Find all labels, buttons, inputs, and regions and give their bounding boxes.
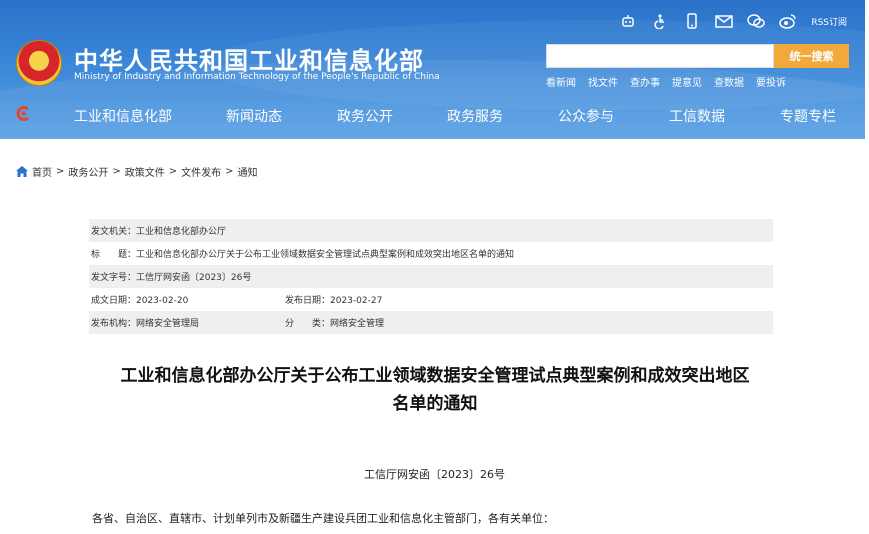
- nav-item-news[interactable]: 新闻动态: [226, 106, 282, 126]
- article-doc-number: 工信厅网安函〔2023〕26号: [364, 468, 505, 481]
- unified-search-button[interactable]: 统一搜索: [774, 44, 849, 68]
- nav-item-public-participation[interactable]: 公众参与: [558, 106, 614, 126]
- article-title-line: 工业和信息化部办公厅关于公布工业领域数据安全管理试点典型案例和成效突出地区: [120, 366, 750, 386]
- weibo-icon[interactable]: [779, 12, 797, 30]
- home-icon[interactable]: [16, 166, 28, 177]
- header-banner: 中华人民共和国工业和信息化部 Ministry of Industry and …: [0, 0, 865, 139]
- breadcrumb-separator: >: [225, 166, 234, 177]
- site-title[interactable]: 中华人民共和国工业和信息化部: [74, 41, 424, 76]
- main-nav: 工业和信息化部 新闻动态 政务公开 政务服务 公众参与 工信数据 专题专栏: [0, 100, 865, 130]
- breadcrumb-government-affairs[interactable]: 政务公开: [68, 164, 108, 179]
- breadcrumb-file-release[interactable]: 文件发布: [181, 164, 221, 179]
- page-edge: [865, 0, 869, 534]
- meta-subject: 标 题：工业和信息化部办公厅关于公布工业领域数据安全管理试点典型案例和成效突出地…: [91, 250, 515, 260]
- meta-row-issuer: 发文机关：工业和信息化部办公厅: [89, 219, 773, 242]
- breadcrumb-policy-files[interactable]: 政策文件: [125, 164, 165, 179]
- quick-link-complaint[interactable]: 要投诉: [756, 74, 786, 89]
- meta-date-published: 发布日期：2023-02-27: [285, 296, 383, 306]
- breadcrumb-home[interactable]: 首页: [32, 164, 52, 179]
- meta-row-department: 发布机构：网络安全管理局 分 类：网络安全管理: [89, 311, 773, 334]
- breadcrumb-separator: >: [112, 166, 121, 177]
- nav-item-data[interactable]: 工信数据: [669, 106, 725, 126]
- accessibility-icon[interactable]: [651, 12, 669, 30]
- meta-category: 分 类：网络安全管理: [285, 319, 385, 329]
- meta-doc-number: 发文字号：工信厅网安函〔2023〕26号: [91, 273, 252, 283]
- breadcrumb-notice[interactable]: 通知: [238, 164, 258, 179]
- document-metadata-table: 发文机关：工业和信息化部办公厅 标 题：工业和信息化部办公厅关于公布工业领域数据…: [89, 219, 773, 334]
- meta-department: 发布机构：网络安全管理局: [91, 319, 200, 329]
- quick-links: 看新闻 找文件 查办事 提意见 查数据 要投诉: [546, 74, 786, 89]
- top-toolbar: RSS订阅: [619, 12, 847, 30]
- breadcrumb: 首页 > 政务公开 > 政策文件 > 文件发布 > 通知: [16, 164, 258, 179]
- article-title: 工业和信息化部办公厅关于公布工业领域数据安全管理试点典型案例和成效突出地区 名单…: [80, 362, 790, 418]
- mobile-icon[interactable]: [683, 12, 701, 30]
- quick-link-data[interactable]: 查数据: [714, 74, 744, 89]
- meta-row-subject: 标 题：工业和信息化部办公厅关于公布工业领域数据安全管理试点典型案例和成效突出地…: [89, 242, 773, 265]
- mail-icon[interactable]: [715, 12, 734, 30]
- article-salutation: 各省、自治区、直辖市、计划单列市及新疆生产建设兵团工业和信息化主管部门，各有关单…: [92, 512, 554, 525]
- home-logo-icon[interactable]: [15, 105, 32, 122]
- nav-item-ministry[interactable]: 工业和信息化部: [74, 106, 172, 126]
- breadcrumb-separator: >: [56, 166, 65, 177]
- national-emblem-logo[interactable]: [16, 40, 62, 86]
- rss-link[interactable]: RSS订阅: [811, 15, 847, 28]
- search-input[interactable]: [546, 44, 774, 68]
- nav-item-services[interactable]: 政务服务: [447, 106, 503, 126]
- breadcrumb-separator: >: [168, 166, 178, 177]
- quick-link-feedback[interactable]: 提意见: [672, 74, 702, 89]
- quick-link-news[interactable]: 看新闻: [546, 74, 576, 89]
- nav-item-government-affairs[interactable]: 政务公开: [337, 106, 393, 126]
- nav-item-topics[interactable]: 专题专栏: [780, 106, 836, 126]
- quick-link-files[interactable]: 找文件: [588, 74, 618, 89]
- site-subtitle: Ministry of Industry and Information Tec…: [74, 72, 440, 82]
- article-title-line: 名单的通知: [392, 394, 478, 414]
- quick-link-services[interactable]: 查办事: [630, 74, 660, 89]
- meta-row-doc-number: 发文字号：工信厅网安函〔2023〕26号: [89, 265, 773, 288]
- wechat-icon[interactable]: [747, 12, 766, 30]
- robot-icon[interactable]: [619, 12, 637, 30]
- meta-issuer: 发文机关：工业和信息化部办公厅: [91, 227, 227, 237]
- meta-row-dates: 成文日期：2023-02-20 发布日期：2023-02-27: [89, 288, 773, 311]
- meta-date-created: 成文日期：2023-02-20: [91, 296, 189, 306]
